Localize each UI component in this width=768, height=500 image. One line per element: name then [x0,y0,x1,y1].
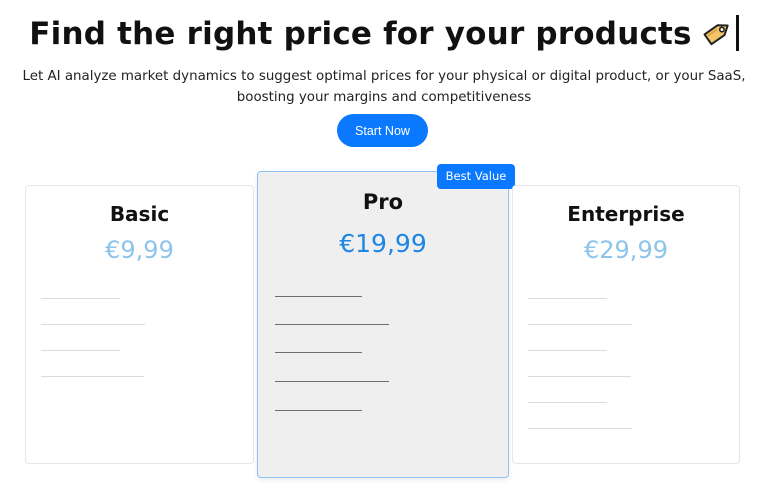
plan-price: €9,99 [105,236,174,264]
feature-placeholder-line [41,350,120,351]
plan-card-pro[interactable]: Pro €19,99 [257,171,509,478]
feature-placeholder-line [275,381,389,382]
plan-name: Pro [362,190,404,214]
feature-placeholder-line [528,350,607,351]
price-tag-icon [700,16,734,50]
hero-subtitle: Let AI analyze market dynamics to sugges… [22,69,746,105]
best-value-badge: Best Value [437,164,515,189]
feature-placeholder-line [275,324,389,325]
feature-placeholder-line [275,410,362,411]
text-cursor [735,15,739,51]
feature-placeholder-line [528,324,632,325]
feature-placeholder-line [528,376,631,377]
hero-title-row: Find the right price for your products [0,14,768,54]
feature-placeholder-line [528,402,607,403]
plan-price: €29,99 [584,236,668,264]
pricing-page: Find the right price for your products L… [0,0,768,500]
feature-placeholder-line [528,428,632,429]
feature-placeholder-line [41,376,144,377]
feature-placeholder-line [528,298,607,299]
feature-placeholder-line [275,296,362,297]
plan-name: Enterprise [567,202,685,226]
feature-placeholder-line [41,324,145,325]
hero-title: Find the right price for your products [29,16,692,52]
feature-placeholder-line [41,298,120,299]
feature-placeholder-line [275,352,362,353]
plan-price: €19,99 [339,229,427,258]
plan-card-enterprise[interactable]: Enterprise €29,99 [512,185,740,464]
start-now-button[interactable]: Start Now [337,114,428,147]
plan-card-basic[interactable]: Basic €9,99 [25,185,254,464]
plan-name: Basic [109,202,170,226]
